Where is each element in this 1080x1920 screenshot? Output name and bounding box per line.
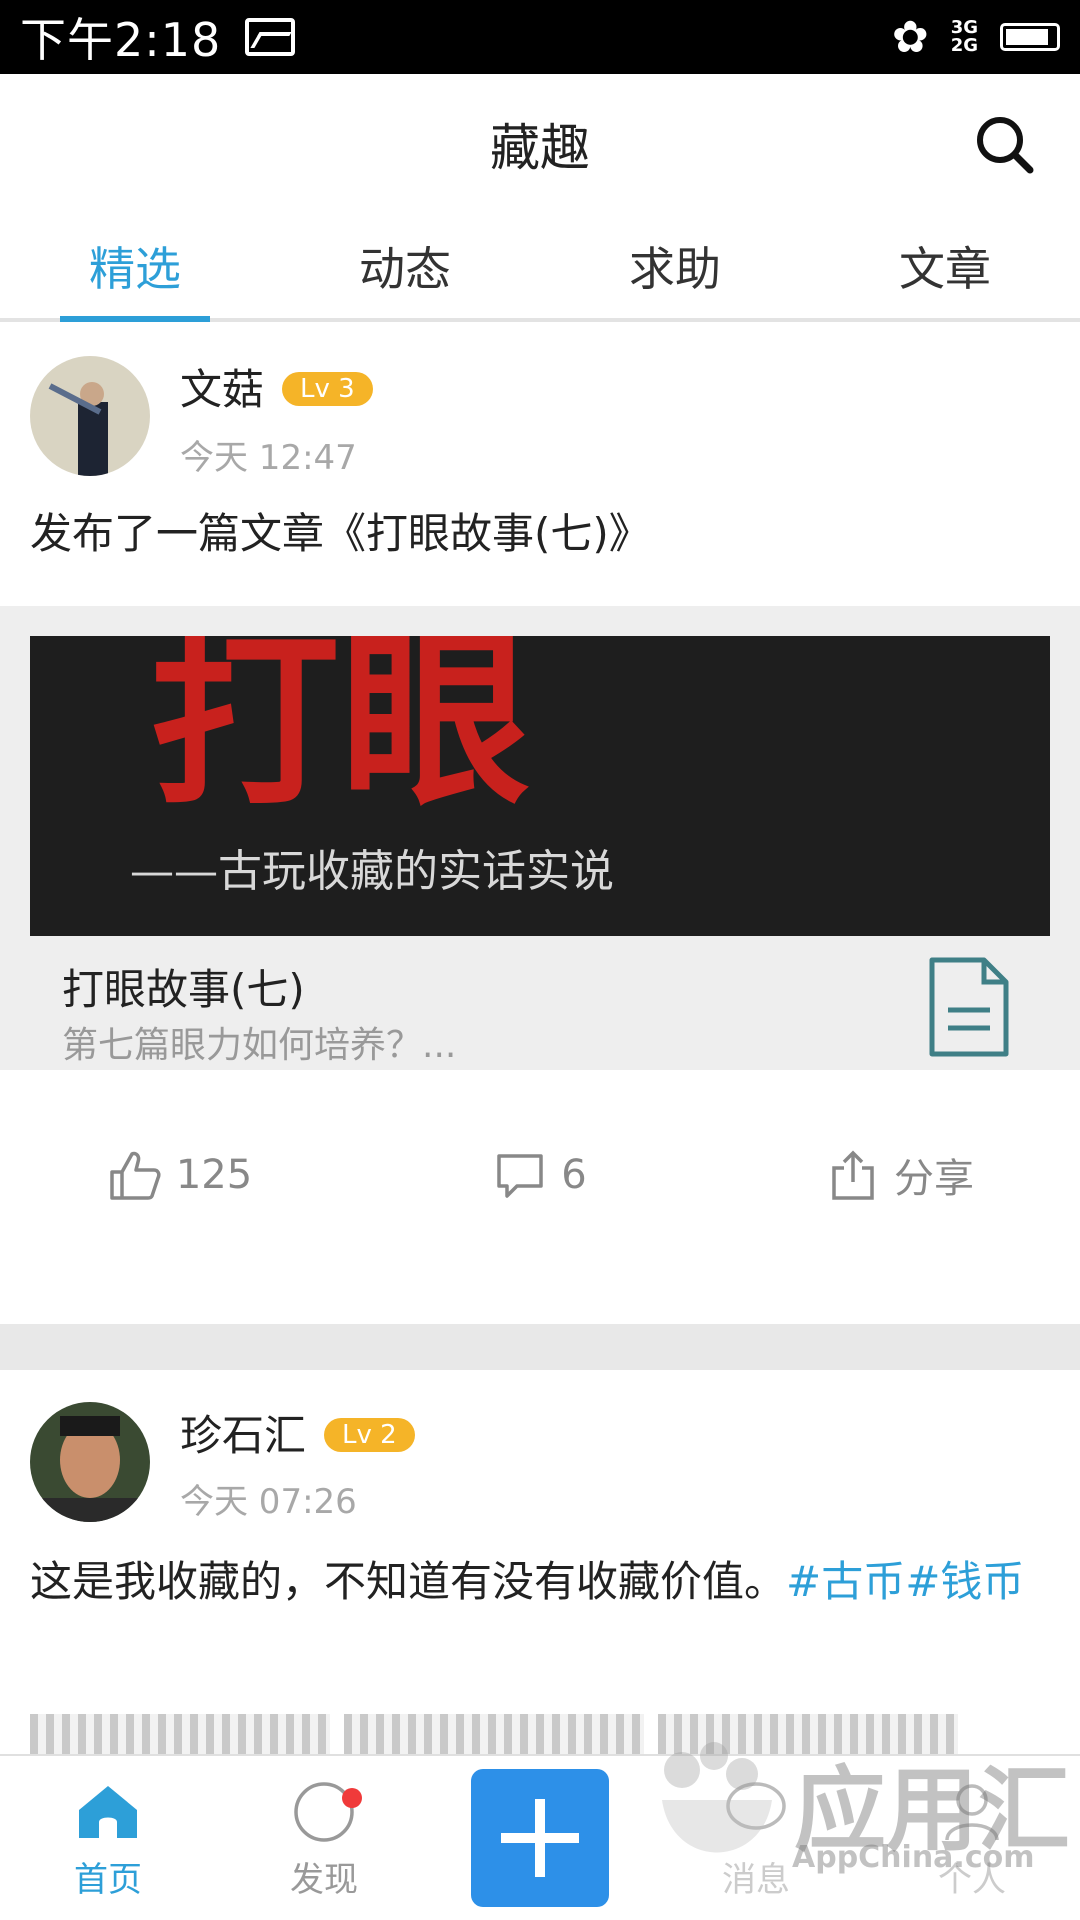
banner-sub-text: ——古玩收藏的实话实说 xyxy=(130,846,614,897)
thumbs-up-icon xyxy=(110,1151,161,1200)
nav-messages-label: 消息 xyxy=(722,1859,790,1900)
post-time: 今天 12:47 xyxy=(180,438,357,478)
post-image[interactable] xyxy=(658,1714,958,1754)
nav-messages[interactable]: 消息 xyxy=(648,1776,864,1901)
like-count: 125 xyxy=(175,1152,253,1198)
comment-icon xyxy=(497,1154,544,1198)
document-icon xyxy=(929,957,1009,1057)
plus-icon xyxy=(501,1799,579,1877)
profile-icon xyxy=(945,1783,999,1840)
tab-updates[interactable]: 动态 xyxy=(270,214,540,318)
nav-discover[interactable]: 发现 xyxy=(216,1776,432,1901)
signal-icon: 3G 2G xyxy=(950,17,978,56)
notification-dot xyxy=(342,1787,362,1808)
post-username[interactable]: 文菇 Lv 3 xyxy=(180,356,373,417)
avatar[interactable] xyxy=(30,356,150,476)
feed-post[interactable]: 珍石汇 Lv 2 今天 07:26 这是我收藏的，不知道有没有收藏价值。#古币#钱… xyxy=(0,1370,1080,1754)
nav-profile[interactable]: 个人 xyxy=(864,1776,1080,1901)
article-title[interactable]: 打眼故事(七) xyxy=(62,956,305,1017)
username-text[interactable]: 文菇 xyxy=(180,365,264,414)
nav-profile-label: 个人 xyxy=(938,1859,1006,1900)
post-image[interactable] xyxy=(344,1714,644,1754)
search-icon[interactable] xyxy=(974,114,1036,176)
article-banner: 打眼 ——古玩收藏的实话实说 xyxy=(30,636,1050,936)
post-text-body: 这是我收藏的，不知道有没有收藏价值。 xyxy=(30,1557,787,1606)
share-icon xyxy=(832,1150,874,1200)
banner-big-text: 打眼 xyxy=(150,636,530,831)
level-badge: Lv 3 xyxy=(282,371,373,406)
app-header: 藏趣 xyxy=(0,74,1080,214)
nav-discover-label: 发现 xyxy=(290,1859,358,1900)
tab-articles[interactable]: 文章 xyxy=(810,214,1080,318)
image-notification-icon xyxy=(245,18,296,56)
level-badge: Lv 2 xyxy=(324,1417,415,1452)
nav-publish[interactable] xyxy=(432,1769,648,1907)
tab-bar: 精选 动态 求助 文章 xyxy=(0,214,1080,322)
tab-featured[interactable]: 精选 xyxy=(0,214,270,322)
feed-post[interactable]: 文菇 Lv 3 今天 12:47 发布了一篇文章《打眼故事(七)》 打眼 ——古玩… xyxy=(0,326,1080,1320)
tab-help[interactable]: 求助 xyxy=(540,214,810,318)
username-text[interactable]: 珍石汇 xyxy=(180,1411,306,1460)
nav-home-label: 首页 xyxy=(74,1859,142,1900)
like-button[interactable]: 125 xyxy=(0,1148,360,1202)
page-title: 藏趣 xyxy=(490,119,590,177)
post-actions: 125 6 分享 xyxy=(0,1100,1080,1250)
post-text: 这是我收藏的，不知道有没有收藏价值。#古币#钱币 xyxy=(30,1552,1050,1612)
nav-home[interactable]: 首页 xyxy=(0,1776,216,1901)
message-icon xyxy=(726,1781,786,1830)
article-desc: 第七篇眼力如何培养？... xyxy=(62,1025,457,1066)
discover-icon xyxy=(294,1781,354,1842)
app-notification-icon: ✿ xyxy=(891,11,929,63)
status-bar: 下午2:18 ✿ 3G 2G xyxy=(0,0,1080,74)
home-icon xyxy=(79,1785,137,1838)
bottom-nav: 首页 发现 消息 个人 xyxy=(0,1754,1080,1920)
comment-count: 6 xyxy=(561,1152,587,1198)
post-text: 发布了一篇文章《打眼故事(七)》 xyxy=(30,509,651,558)
share-label: 分享 xyxy=(894,1156,974,1202)
share-button[interactable]: 分享 xyxy=(720,1146,1080,1204)
post-time: 今天 07:26 xyxy=(180,1482,357,1522)
status-time: 下午2:18 xyxy=(20,13,222,67)
feed-divider xyxy=(0,1324,1080,1370)
post-username[interactable]: 珍石汇 Lv 2 xyxy=(180,1402,415,1463)
post-images xyxy=(30,1714,958,1754)
comment-button[interactable]: 6 xyxy=(360,1148,720,1202)
battery-icon xyxy=(1000,23,1060,51)
avatar[interactable] xyxy=(30,1402,150,1522)
post-image[interactable] xyxy=(30,1714,330,1754)
plus-button[interactable] xyxy=(471,1769,609,1907)
hashtag-link[interactable]: #古币#钱币 xyxy=(786,1557,1024,1606)
article-card[interactable]: 打眼 ——古玩收藏的实话实说 打眼故事(七) 第七篇眼力如何培养？... xyxy=(0,606,1080,1070)
